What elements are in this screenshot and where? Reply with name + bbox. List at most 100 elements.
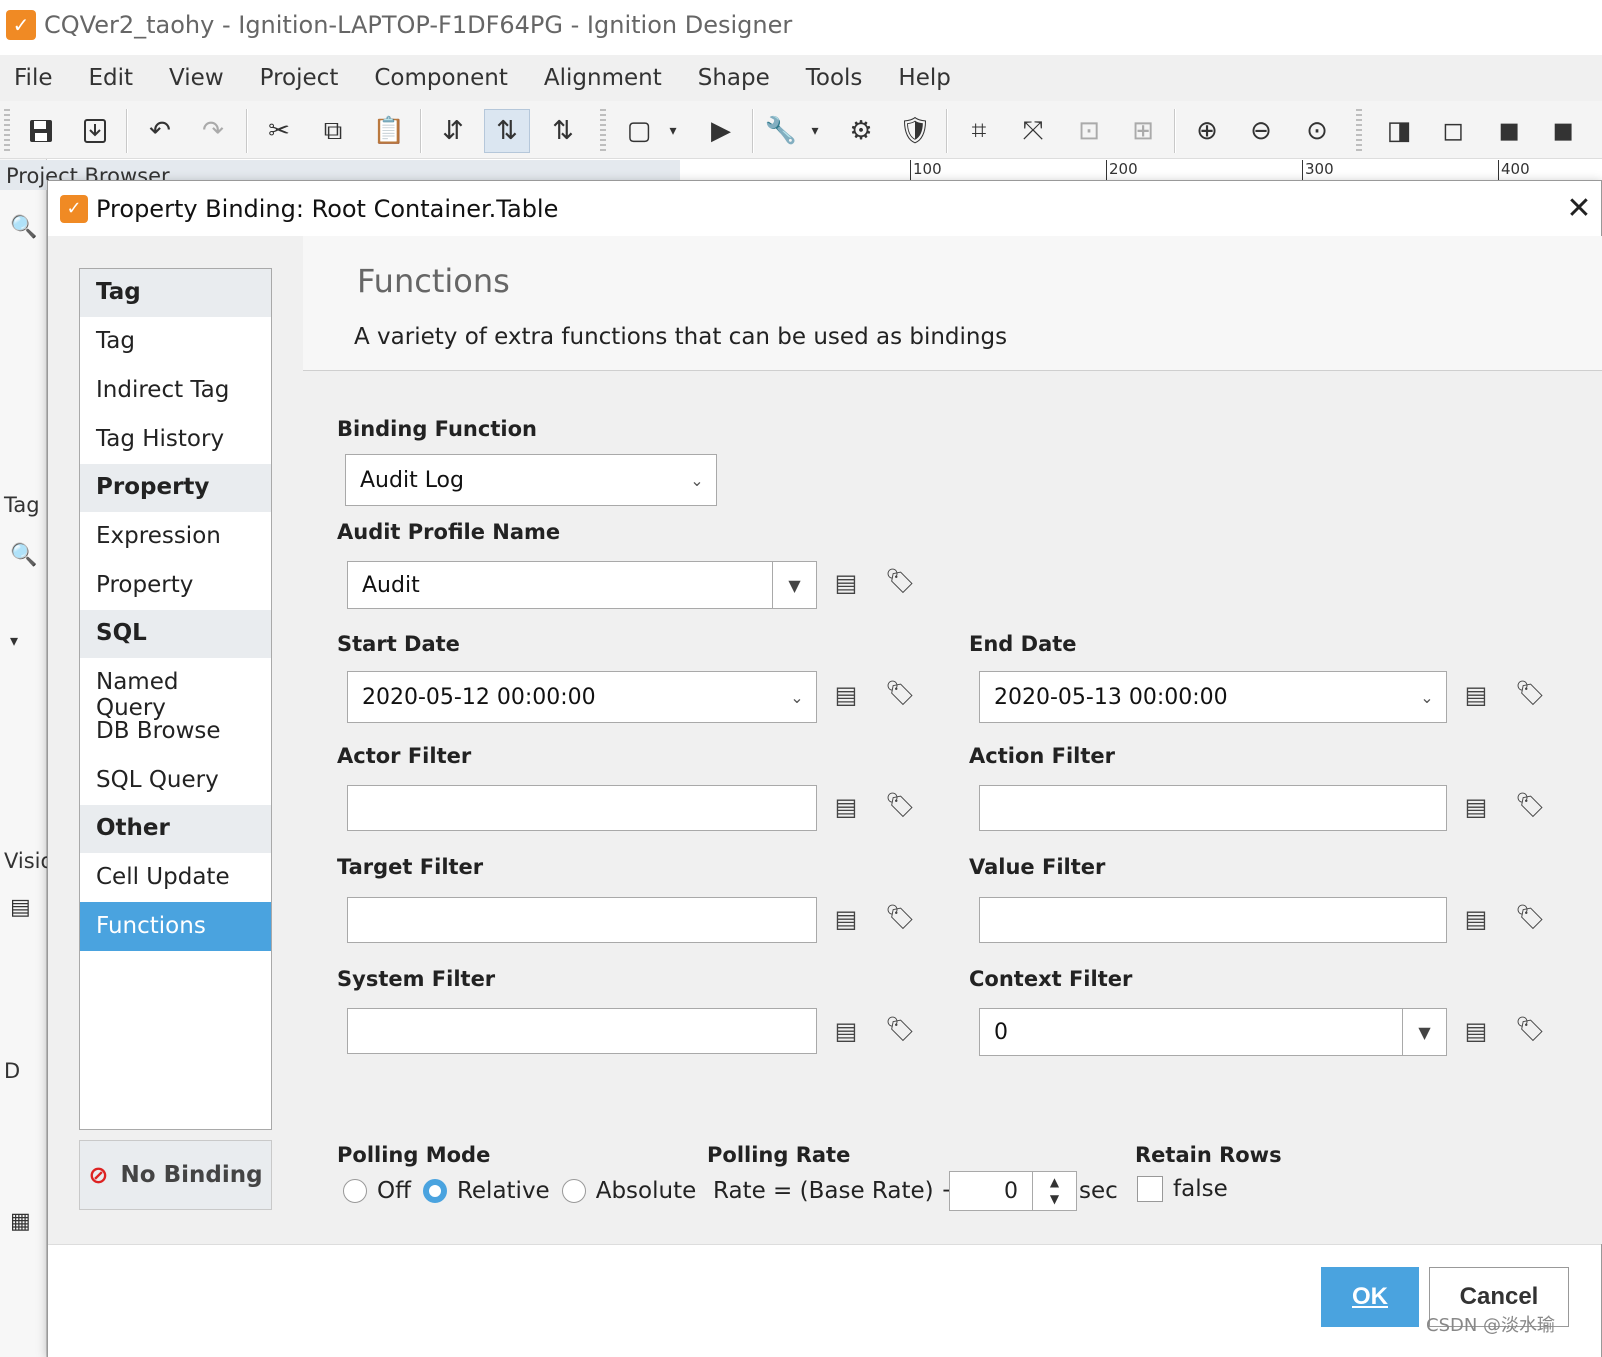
- end-date-tag-icon[interactable]: 🏷: [1515, 679, 1545, 707]
- grid-view-icon[interactable]: ▦: [10, 1209, 31, 1234]
- save-all-icon[interactable]: [72, 109, 118, 153]
- paste-icon[interactable]: 📋: [366, 109, 412, 153]
- layer-down-icon[interactable]: ◼: [1540, 109, 1586, 153]
- value-filter-input[interactable]: [979, 897, 1447, 943]
- actor-filter-expression-icon[interactable]: ▤: [831, 793, 861, 821]
- play-icon[interactable]: ▶: [698, 109, 744, 153]
- left-dock-pane: 🔍 Tag 🔍 ▾ Visio ▤ D ▦: [0, 159, 53, 1357]
- ruler-tick-300: 300: [1302, 160, 1334, 182]
- zoom-reset-icon[interactable]: ⊙: [1294, 109, 1340, 153]
- action-filter-tag-icon[interactable]: 🏷: [1515, 791, 1545, 819]
- menu-tools[interactable]: Tools: [792, 65, 885, 91]
- undo-icon[interactable]: ↶: [137, 109, 183, 153]
- polling-absolute-radio[interactable]: [561, 1179, 586, 1203]
- menu-file[interactable]: File: [0, 65, 75, 91]
- spinner-arrows-icon[interactable]: ▲ ▼: [1032, 1172, 1076, 1210]
- binding-function-select[interactable]: Audit Log ⌄: [345, 454, 717, 506]
- end-date-expression-icon[interactable]: ▤: [1461, 681, 1491, 709]
- action-filter-input[interactable]: [979, 785, 1447, 831]
- binding-type-list: Tag Tag Indirect Tag Tag History Propert…: [79, 268, 272, 1130]
- menu-alignment[interactable]: Alignment: [530, 65, 684, 91]
- close-icon[interactable]: ✕: [1561, 191, 1597, 227]
- system-filter-tag-icon[interactable]: 🏷: [885, 1015, 915, 1043]
- window-dropdown-icon[interactable]: ▾: [660, 109, 686, 153]
- binding-option-expression[interactable]: Expression: [80, 512, 271, 561]
- actor-filter-input[interactable]: [347, 785, 817, 831]
- wrench-icon[interactable]: 🔧: [758, 109, 804, 153]
- binding-option-tag-history[interactable]: Tag History: [80, 415, 271, 464]
- menu-component[interactable]: Component: [360, 65, 530, 91]
- start-date-expression-icon[interactable]: ▤: [831, 681, 861, 709]
- binding-option-property[interactable]: Property: [80, 561, 271, 610]
- tag-search-icon[interactable]: 🔍: [10, 543, 37, 568]
- copy-icon[interactable]: ⧉: [310, 109, 356, 153]
- system-filter-expression-icon[interactable]: ▤: [831, 1017, 861, 1045]
- end-date-picker[interactable]: 2020-05-13 00:00:00 ⌄: [979, 671, 1447, 723]
- combo-arrow-icon[interactable]: ▼: [1402, 1009, 1446, 1055]
- menu-project[interactable]: Project: [246, 65, 361, 91]
- action-filter-expression-icon[interactable]: ▤: [1461, 793, 1491, 821]
- binding-option-tag[interactable]: Tag: [80, 317, 271, 366]
- menu-view[interactable]: View: [155, 65, 246, 91]
- ok-button[interactable]: OK: [1321, 1267, 1419, 1327]
- window-icon[interactable]: ▢: [616, 109, 662, 153]
- actor-filter-tag-icon[interactable]: 🏷: [885, 791, 915, 819]
- polling-mode-group: Off Relative Absolute: [343, 1178, 708, 1204]
- zoom-in-icon[interactable]: ⊕: [1184, 109, 1230, 153]
- cut-icon[interactable]: ✂: [256, 109, 302, 153]
- layer-icon[interactable]: ◼: [1486, 109, 1532, 153]
- bring-front-icon[interactable]: ◨: [1376, 109, 1422, 153]
- toolbar-grip[interactable]: [4, 109, 10, 153]
- audit-profile-combo[interactable]: Audit ▼: [347, 561, 817, 609]
- combo-arrow-icon[interactable]: ▼: [772, 562, 816, 608]
- redo-icon[interactable]: ↷: [190, 109, 236, 153]
- target-filter-tag-icon[interactable]: 🏷: [885, 903, 915, 931]
- component-palette-icon[interactable]: ▤: [10, 895, 31, 920]
- binding-option-named-query[interactable]: Named Query: [80, 658, 271, 721]
- audit-profile-tag-icon[interactable]: 🏷: [885, 567, 915, 595]
- wrench-dropdown-icon[interactable]: ▾: [802, 109, 828, 153]
- chevron-down-icon: ⌄: [690, 470, 704, 490]
- align-horizontal-icon[interactable]: ⇅: [540, 109, 586, 153]
- retain-rows-checkbox[interactable]: [1137, 1176, 1163, 1202]
- value-filter-tag-icon[interactable]: 🏷: [1515, 903, 1545, 931]
- size-icon[interactable]: ⊡: [1066, 109, 1112, 153]
- fit-icon[interactable]: ⌗: [956, 109, 1002, 153]
- polling-off-radio[interactable]: [343, 1179, 367, 1203]
- shield-icon[interactable]: 🛡: [892, 109, 938, 153]
- polling-relative-label: Relative: [456, 1178, 550, 1204]
- binding-option-sql-query[interactable]: SQL Query: [80, 756, 271, 805]
- retain-rows-value: false: [1173, 1176, 1228, 1202]
- audit-profile-expression-icon[interactable]: ▤: [831, 569, 861, 597]
- target-filter-expression-icon[interactable]: ▤: [831, 905, 861, 933]
- target-filter-input[interactable]: [347, 897, 817, 943]
- tree-expand-icon[interactable]: ▾: [10, 631, 18, 650]
- zoom-out-icon[interactable]: ⊖: [1238, 109, 1284, 153]
- value-filter-label: Value Filter: [969, 855, 1106, 879]
- send-back-icon[interactable]: ◻: [1430, 109, 1476, 153]
- binding-option-functions[interactable]: Functions: [80, 902, 271, 951]
- save-icon[interactable]: [18, 109, 64, 153]
- resize-icon[interactable]: ⊞: [1120, 109, 1166, 153]
- binding-option-cell-update[interactable]: Cell Update: [80, 853, 271, 902]
- retain-rows-label: Retain Rows: [1135, 1143, 1282, 1167]
- settings-icon[interactable]: ⚙: [838, 109, 884, 153]
- start-date-picker[interactable]: 2020-05-12 00:00:00 ⌄: [347, 671, 817, 723]
- menu-shape[interactable]: Shape: [684, 65, 792, 91]
- context-filter-expression-icon[interactable]: ▤: [1461, 1017, 1491, 1045]
- group-icon[interactable]: ⇵: [430, 109, 476, 153]
- context-filter-combo[interactable]: 0 ▼: [979, 1008, 1447, 1056]
- menu-help[interactable]: Help: [884, 65, 972, 91]
- binding-option-indirect-tag[interactable]: Indirect Tag: [80, 366, 271, 415]
- start-date-tag-icon[interactable]: 🏷: [885, 679, 915, 707]
- system-filter-input[interactable]: [347, 1008, 817, 1054]
- menu-edit[interactable]: Edit: [75, 65, 156, 91]
- polling-rate-spinner[interactable]: 0 ▲ ▼: [949, 1171, 1077, 1211]
- polling-relative-radio[interactable]: [422, 1179, 447, 1203]
- context-filter-tag-icon[interactable]: 🏷: [1515, 1015, 1545, 1043]
- expand-icon[interactable]: ⤧: [1010, 109, 1056, 153]
- search-icon[interactable]: 🔍: [10, 215, 37, 240]
- align-vertical-icon[interactable]: ⇅: [484, 109, 530, 153]
- value-filter-expression-icon[interactable]: ▤: [1461, 905, 1491, 933]
- no-binding-button[interactable]: ⊘ No Binding: [79, 1140, 272, 1210]
